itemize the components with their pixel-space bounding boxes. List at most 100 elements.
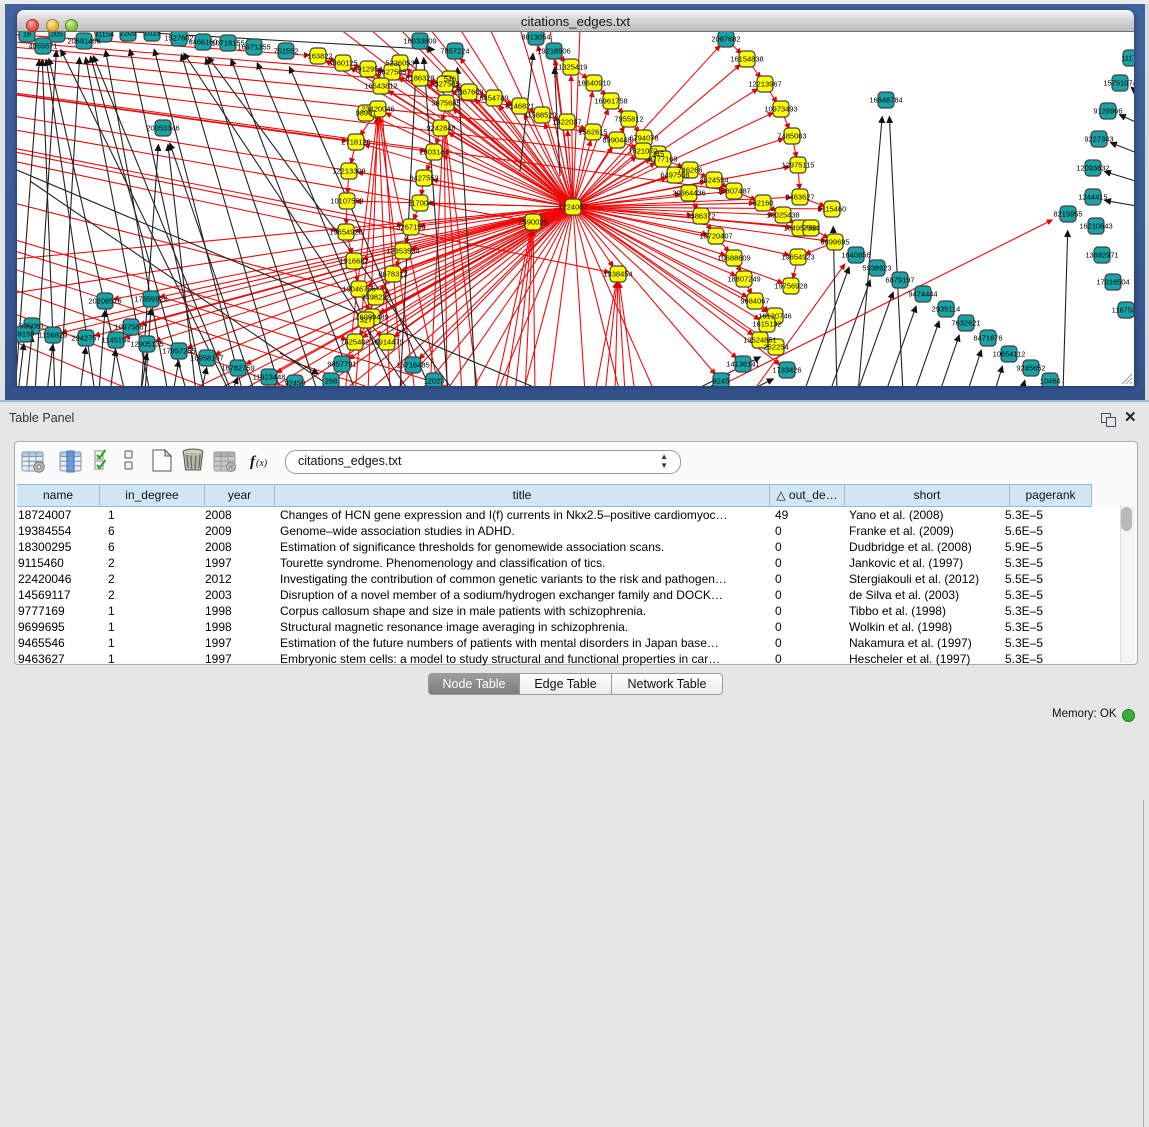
svg-text:7964: 7964 [803, 224, 820, 233]
svg-text:20206516: 20206516 [88, 297, 121, 306]
svg-text:9242848: 9242848 [426, 124, 455, 133]
svg-text:9627505: 9627505 [377, 68, 406, 77]
svg-text:13716485: 13716485 [396, 361, 429, 370]
svg-text:12975115: 12975115 [782, 161, 815, 170]
svg-text:10025438: 10025438 [766, 211, 799, 220]
svg-text:12905135: 12905135 [130, 340, 163, 349]
svg-text:7386372: 7386372 [686, 212, 715, 221]
svg-text:5226053: 5226053 [385, 59, 414, 68]
svg-text:10688609: 10688609 [717, 254, 750, 263]
svg-text:1615132: 1615132 [752, 320, 781, 329]
svg-text:12213967: 12213967 [748, 80, 781, 89]
svg-text:9245652: 9245652 [1016, 364, 1045, 373]
svg-text:9857791: 9857791 [327, 360, 356, 369]
svg-text:16648784: 16648784 [869, 96, 902, 105]
svg-text:12093832: 12093832 [1076, 164, 1109, 173]
svg-text:1156829: 1156829 [39, 331, 68, 340]
svg-text:91154: 91154 [94, 32, 114, 39]
svg-text:2590025: 2590025 [518, 218, 547, 227]
svg-text:1167533: 1167533 [1112, 306, 1134, 315]
svg-text:9777169: 9777169 [648, 155, 677, 164]
svg-text:1244415: 1244415 [1078, 193, 1107, 202]
svg-text:10807487: 10807487 [717, 187, 750, 196]
svg-text:10973493: 10973493 [764, 105, 797, 114]
svg-text:92450: 92450 [285, 379, 306, 387]
svg-text:62160: 62160 [753, 199, 774, 208]
svg-text:7632621: 7632621 [951, 319, 980, 328]
svg-text:10107553: 10107553 [330, 197, 363, 206]
svg-text:10654112: 10654112 [993, 350, 1026, 359]
svg-text:18640910: 18640910 [577, 79, 610, 88]
svg-text:9474444: 9474444 [908, 290, 937, 299]
svg-text:8813054: 8813054 [521, 33, 550, 42]
svg-text:1916682: 1916682 [339, 257, 368, 266]
svg-text:9146821: 9146821 [505, 102, 534, 111]
svg-text:2942757: 2942757 [71, 334, 100, 343]
svg-text:1733426: 1733426 [772, 366, 801, 375]
svg-text:6497508: 6497508 [660, 171, 689, 180]
svg-text:751552: 751552 [273, 47, 298, 56]
svg-text:2718126: 2718126 [341, 138, 370, 147]
svg-text:6794078: 6794078 [629, 134, 658, 143]
svg-text:16961758: 16961758 [594, 97, 627, 106]
svg-text:10958107: 10958107 [190, 354, 223, 363]
svg-text:327: 327 [360, 316, 373, 325]
svg-text:17359924: 17359924 [134, 295, 167, 304]
svg-text:16671355: 16671355 [237, 43, 270, 52]
svg-text:12213309: 12213309 [332, 167, 365, 176]
svg-text:5938923: 5938923 [862, 264, 891, 273]
svg-text:4055571: 4055571 [28, 42, 57, 51]
svg-text:3624554: 3624554 [699, 176, 728, 185]
svg-text:252254: 252254 [763, 343, 788, 352]
svg-text:7857224: 7857224 [440, 47, 469, 56]
svg-text:10464: 10464 [1040, 377, 1061, 386]
svg-text:7625402: 7625402 [340, 338, 369, 347]
svg-text:18807249: 18807249 [727, 275, 760, 284]
svg-text:1724007: 1724007 [558, 203, 587, 212]
svg-text:3875685: 3875685 [431, 99, 460, 108]
svg-text:16154838: 16154838 [730, 55, 763, 64]
svg-text:1640956: 1640956 [841, 251, 870, 260]
svg-text:2935114: 2935114 [932, 305, 961, 314]
svg-text:(x): (x) [256, 458, 268, 469]
svg-text:20364436: 20364436 [672, 189, 705, 198]
svg-text:1015: 1015 [144, 32, 161, 38]
svg-text:8454749: 8454749 [479, 94, 508, 103]
svg-text:17016504: 17016504 [1096, 278, 1129, 287]
svg-text:19756928: 19756928 [774, 282, 807, 291]
svg-text:6879197: 6879197 [885, 276, 914, 285]
svg-text:16914479: 16914479 [370, 338, 403, 347]
svg-text:8678312: 8678312 [378, 270, 407, 279]
svg-text:8471676: 8471676 [973, 334, 1002, 343]
svg-text:205: 205 [51, 32, 64, 39]
svg-text:8990448: 8990448 [602, 136, 631, 145]
svg-text:8427552: 8427552 [409, 174, 438, 183]
svg-text:7955812: 7955812 [614, 115, 643, 124]
svg-text:3267150: 3267150 [396, 223, 425, 232]
svg-text:15751074: 15751074 [1103, 79, 1134, 88]
svg-text:9115460: 9115460 [818, 205, 847, 214]
svg-text:14136141: 14136141 [726, 360, 759, 369]
svg-text:2803144: 2803144 [419, 148, 448, 157]
svg-text:39159: 39159 [17, 330, 34, 339]
svg-text:16543812: 16543812 [364, 82, 397, 91]
svg-text:11325419: 11325419 [555, 63, 588, 72]
svg-text:9684067: 9684067 [740, 297, 769, 306]
svg-text:8215955: 8215955 [1053, 210, 1082, 219]
svg-text:9227343: 9227343 [1084, 135, 1113, 144]
svg-text:9899695: 9899695 [820, 238, 849, 247]
svg-text:19654925: 19654925 [329, 228, 362, 237]
svg-text:13692971: 13692971 [1085, 251, 1118, 260]
svg-text:19654923: 19654923 [781, 253, 814, 262]
svg-text:9129966: 9129966 [1093, 107, 1122, 116]
svg-text:3498222: 3498222 [361, 293, 390, 302]
svg-text:12353594: 12353594 [386, 247, 419, 256]
svg-text:11923448: 11923448 [253, 373, 286, 382]
svg-text:16782759: 16782759 [221, 364, 254, 373]
svg-text:1822037: 1822037 [552, 118, 581, 127]
svg-text:9463627: 9463627 [785, 193, 814, 202]
svg-text:23420046: 23420046 [361, 105, 394, 114]
svg-text:10975867: 10975867 [114, 323, 147, 332]
svg-text:12023: 12023 [424, 377, 445, 386]
svg-text:2087682: 2087682 [711, 35, 740, 44]
